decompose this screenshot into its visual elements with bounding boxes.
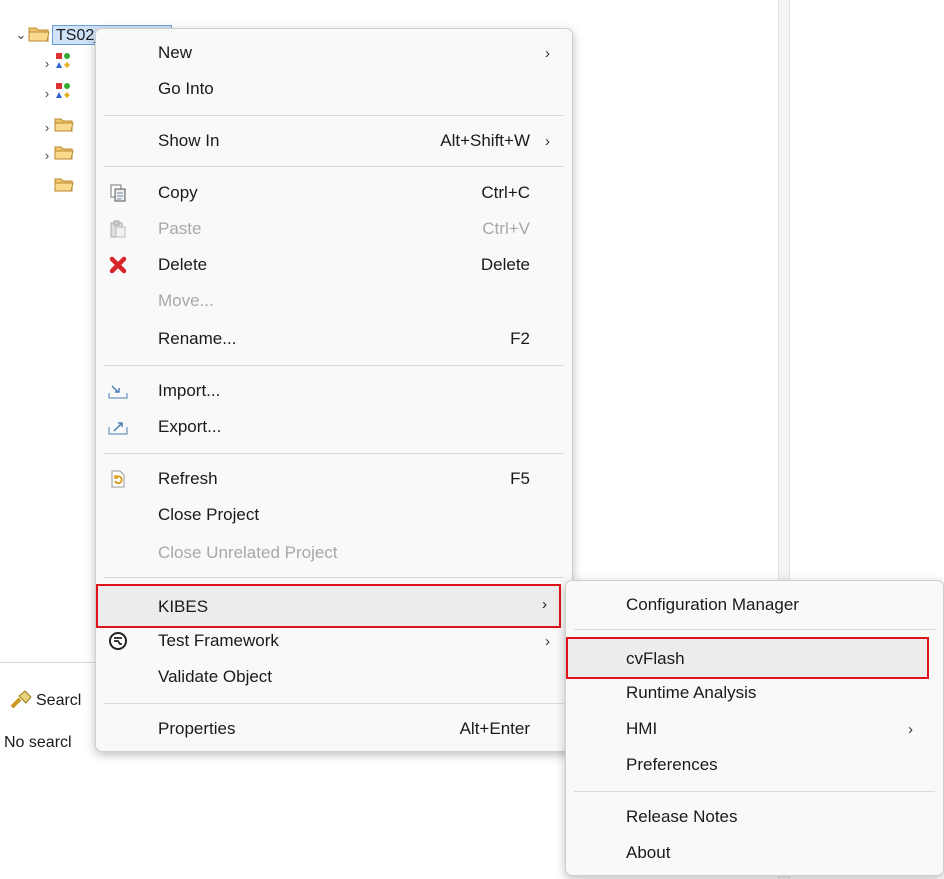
menu-item-label: Close Project	[158, 505, 260, 524]
menu-item-label: Show In	[158, 131, 220, 150]
menu-item-label: cvFlash	[626, 649, 685, 668]
shapes-icon	[54, 82, 72, 105]
menu-separator	[104, 365, 564, 366]
menu-item-properties[interactable]: Properties Alt+Enter	[96, 711, 572, 747]
menu-separator	[104, 453, 564, 454]
export-icon	[108, 417, 128, 437]
menu-item-close-unrelated-project[interactable]: Close Unrelated Project	[96, 535, 572, 571]
menu-item-label: Move...	[158, 291, 214, 310]
menu-item-validate-object[interactable]: Validate Object	[96, 659, 572, 695]
menu-item-label: Rename...	[158, 329, 237, 348]
menu-item-close-project[interactable]: Close Project	[96, 497, 572, 533]
search-flashlight-icon	[10, 689, 34, 714]
menu-item-label: About	[626, 843, 671, 862]
tree-row[interactable]: ›	[40, 52, 72, 74]
tree-row[interactable]: ›	[40, 82, 72, 104]
menu-item-import[interactable]: Import...	[96, 373, 572, 409]
menu-item-kibes[interactable]: KIBES ›	[96, 584, 561, 628]
menu-item-copy[interactable]: Copy Ctrl+C	[96, 175, 572, 211]
menu-item-label: Configuration Manager	[626, 595, 799, 614]
test-framework-icon	[108, 631, 128, 651]
menu-item-label: Close Unrelated Project	[158, 543, 338, 562]
menu-item-label: Runtime Analysis	[626, 683, 757, 702]
menu-shortcut: Delete	[480, 255, 530, 274]
submenu-item-preferences[interactable]: Preferences	[566, 747, 943, 783]
chevron-right-icon: ›	[545, 632, 550, 650]
menu-shortcut: Alt+Shift+W	[440, 131, 530, 150]
submenu-item-configuration-manager[interactable]: Configuration Manager	[566, 587, 943, 623]
menu-item-label: Go Into	[158, 79, 214, 98]
menu-item-label: Paste	[158, 219, 202, 238]
import-icon	[108, 381, 128, 401]
menu-item-label: Properties	[158, 719, 236, 738]
menu-item-label: Export...	[158, 417, 222, 436]
menu-item-delete[interactable]: Delete Delete	[96, 247, 572, 283]
menu-item-test-framework[interactable]: Test Framework ›	[96, 623, 572, 659]
menu-item-show-in[interactable]: Show In Alt+Shift+W ›	[96, 123, 572, 159]
chevron-right-icon: ›	[908, 720, 913, 738]
menu-item-label: Test Framework	[158, 631, 279, 650]
menu-item-label: Import...	[158, 381, 221, 400]
menu-separator	[104, 115, 564, 116]
menu-separator	[104, 577, 564, 578]
tree-row[interactable]: ›	[40, 144, 74, 166]
menu-shortcut: F2	[510, 329, 530, 348]
menu-separator	[574, 629, 935, 630]
menu-separator	[104, 703, 564, 704]
tree-row[interactable]	[54, 176, 74, 198]
search-empty-text: No searcl	[4, 734, 72, 751]
menu-separator	[574, 791, 935, 792]
menu-item-label: KIBES	[158, 597, 209, 616]
menu-item-export[interactable]: Export...	[96, 409, 572, 445]
chevron-right-icon[interactable]: ›	[40, 148, 54, 163]
search-view-tab[interactable]: Searcl	[10, 688, 81, 714]
menu-item-label: HMI	[626, 719, 658, 738]
menu-item-label: Preferences	[626, 755, 718, 774]
search-tab-label: Searcl	[36, 692, 82, 709]
menu-item-label: Validate Object	[158, 667, 273, 686]
menu-item-label: New	[158, 43, 193, 62]
chevron-right-icon[interactable]: ›	[40, 86, 54, 101]
refresh-icon	[108, 469, 128, 489]
paste-icon	[108, 219, 128, 239]
submenu-item-about[interactable]: About	[566, 835, 943, 871]
chevron-right-icon[interactable]: ›	[40, 120, 54, 135]
menu-item-move[interactable]: Move...	[96, 283, 572, 319]
menu-separator	[104, 166, 564, 167]
menu-item-label: Delete	[158, 255, 208, 274]
menu-item-label: Refresh	[158, 469, 218, 488]
delete-x-icon	[108, 255, 128, 275]
project-folder-icon	[28, 24, 50, 47]
menu-shortcut: Alt+Enter	[459, 719, 530, 738]
submenu-item-cvflash[interactable]: cvFlash	[566, 637, 929, 679]
submenu-item-runtime-analysis[interactable]: Runtime Analysis	[566, 675, 943, 711]
copy-icon	[108, 183, 128, 203]
menu-item-label: Copy	[158, 183, 198, 202]
submenu-item-release-notes[interactable]: Release Notes	[566, 799, 943, 835]
menu-item-label: Release Notes	[626, 807, 738, 826]
tree-row[interactable]: ›	[40, 116, 74, 138]
menu-item-go-into[interactable]: Go Into	[96, 71, 572, 107]
menu-shortcut: F5	[510, 469, 530, 488]
chevron-right-icon[interactable]: ›	[40, 56, 54, 71]
folder-icon	[54, 117, 74, 138]
chevron-right-icon: ›	[542, 596, 547, 613]
menu-item-rename[interactable]: Rename... F2	[96, 321, 572, 357]
kibes-submenu: Configuration Manager cvFlash Runtime An…	[565, 580, 944, 876]
chevron-right-icon: ›	[545, 132, 550, 150]
menu-item-new[interactable]: New ›	[96, 35, 572, 71]
submenu-item-hmi[interactable]: HMI ›	[566, 711, 943, 747]
shapes-icon	[54, 52, 72, 75]
folder-icon	[54, 145, 74, 166]
menu-shortcut: Ctrl+C	[481, 183, 530, 202]
folder-icon	[54, 177, 74, 198]
menu-item-paste[interactable]: Paste Ctrl+V	[96, 211, 572, 247]
menu-item-refresh[interactable]: Refresh F5	[96, 461, 572, 497]
chevron-right-icon: ›	[545, 44, 550, 62]
context-menu: New › Go Into Show In Alt+Shift+W › Copy…	[95, 28, 573, 752]
menu-shortcut: Ctrl+V	[482, 219, 530, 238]
panel-divider	[0, 662, 100, 663]
chevron-down-icon[interactable]: ⌄	[14, 27, 28, 43]
